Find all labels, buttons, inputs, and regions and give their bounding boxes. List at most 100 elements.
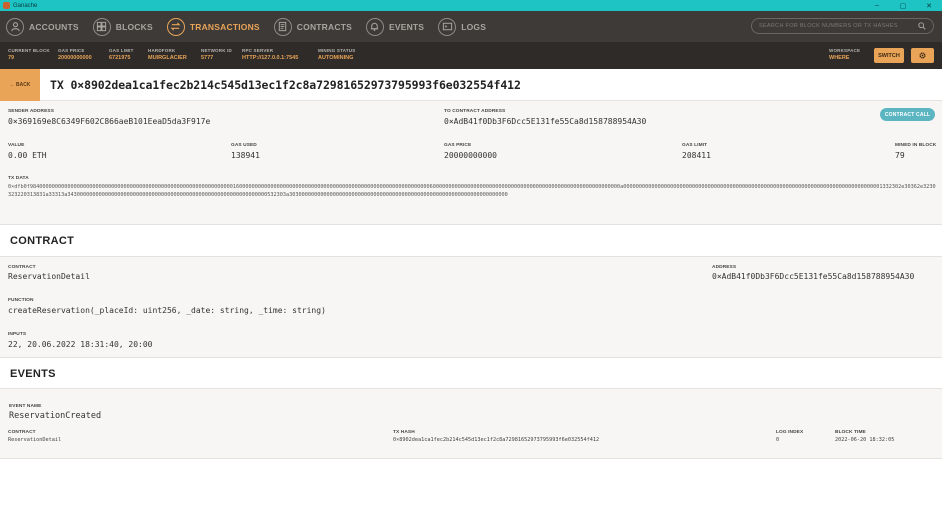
value-value: 0.00 ETH xyxy=(8,151,47,160)
window-controls: – ▢ ✕ xyxy=(864,0,942,11)
network-id-value: 5777 xyxy=(201,55,214,61)
to-contract-address-label: TO CONTRACT ADDRESS xyxy=(444,109,506,114)
mining-status-stat: MINING STATUS AUTOMINING xyxy=(318,48,355,61)
current-block-value: 79 xyxy=(8,55,15,61)
event-contract-label: CONTRACT xyxy=(8,430,36,435)
search-input[interactable]: SEARCH FOR BLOCK NUMBERS OR TX HASHES xyxy=(751,18,934,34)
window-titlebar: Ganache – ▢ ✕ xyxy=(0,0,942,11)
events-heading: EVENTS xyxy=(10,368,56,380)
contracts-icon xyxy=(273,17,292,36)
nav-blocks-label: BLOCKS xyxy=(115,21,153,32)
rpc-server-value: HTTP://127.0.0.1:7545 xyxy=(242,55,299,61)
nav-accounts-label: ACCOUNTS xyxy=(29,21,79,32)
back-button[interactable]: ← BACK xyxy=(0,69,40,101)
mining-status-value: AUTOMINING xyxy=(318,55,354,61)
gas-price-stat: GAS PRICE 20000000000 xyxy=(58,48,92,61)
gas-price-value: 20000000000 xyxy=(58,55,92,61)
nav-logs-label: LOGS xyxy=(461,21,487,32)
events-section-header: EVENTS xyxy=(0,357,942,389)
page-title: TX 0×8902dea1ca1fec2b214c545d13ec1f2c8a7… xyxy=(50,78,521,92)
nav-logs[interactable]: LOGS xyxy=(432,11,494,42)
gas-used-label: GAS USED xyxy=(231,143,257,148)
tx-data-label: TX DATA xyxy=(8,176,29,181)
bell-icon xyxy=(365,17,384,36)
gas-used-value: 138941 xyxy=(231,151,260,160)
inputs-value: 22, 20.06.2022 18:31:40, 20:00 xyxy=(8,340,153,349)
rpc-server-label: RPC SERVER xyxy=(242,48,274,53)
hardfork-value: MUIRGLACIER xyxy=(148,55,187,61)
nav-blocks[interactable]: BLOCKS xyxy=(87,11,161,42)
main-nav: ACCOUNTS BLOCKS TRANSACTIONS CONTRACTS E… xyxy=(0,11,942,42)
nav-events-label: EVENTS xyxy=(388,21,425,32)
mined-in-block-value[interactable]: 79 xyxy=(895,151,905,160)
gas-limit-value: 6721975 xyxy=(109,55,131,61)
tx-gas-price-value: 20000000000 xyxy=(444,151,497,160)
nav-accounts[interactable]: ACCOUNTS xyxy=(0,11,87,42)
transaction-header: ← BACK TX 0×8902dea1ca1fec2b214c545d13ec… xyxy=(0,69,942,101)
log-index-value: 0 xyxy=(776,437,780,443)
contract-section-header: CONTRACT xyxy=(0,224,942,257)
mining-status-label: MINING STATUS xyxy=(318,48,356,53)
event-tx-hash-label: TX HASH xyxy=(393,430,415,435)
transactions-icon xyxy=(166,17,185,36)
tx-gas-limit-label: GAS LIMIT xyxy=(682,143,708,148)
value-label: VALUE xyxy=(8,143,25,148)
hardfork-stat: HARDFORK MUIRGLACIER xyxy=(148,48,187,61)
event-contract-value: ReservationDetail xyxy=(8,437,62,443)
nav-events[interactable]: EVENTS xyxy=(360,11,432,42)
block-time-label: BLOCK TIME xyxy=(835,430,866,435)
mined-in-block-label: MINED IN BLOCK xyxy=(895,143,937,148)
nav-contracts-label: CONTRACTS xyxy=(296,21,352,32)
contract-name-value: ReservationDetail xyxy=(8,272,90,281)
search-icon xyxy=(918,22,926,30)
nav-transactions-label: TRANSACTIONS xyxy=(189,21,260,32)
inputs-label: INPUTS xyxy=(8,332,27,337)
gas-price-label: GAS PRICE xyxy=(58,48,85,53)
tx-gas-limit-value: 208411 xyxy=(682,151,711,160)
workspace-label: WORKSPACE xyxy=(829,48,861,53)
ganache-logo-icon xyxy=(3,2,10,9)
contract-address-value[interactable]: 0×AdB41f0Db3F6Dcc5E131fe55Ca8d158788954A… xyxy=(712,272,914,281)
workspace-stat: WORKSPACE WHERE xyxy=(829,48,860,61)
tx-gas-price-label: GAS PRICE xyxy=(444,143,472,148)
gas-limit-stat: GAS LIMIT 6721975 xyxy=(109,48,134,61)
current-block-stat: CURRENT BLOCK 79 xyxy=(8,48,50,61)
gas-limit-label: GAS LIMIT xyxy=(109,48,134,53)
rpc-server-stat: RPC SERVER HTTP://127.0.0.1:7545 xyxy=(242,48,298,61)
event-name-value: ReservationCreated xyxy=(9,411,102,421)
accounts-icon xyxy=(6,17,24,36)
tx-data-value: 0×dfb0f984000000000000000000000000000000… xyxy=(8,184,936,198)
network-id-label: NETWORK ID xyxy=(201,48,232,53)
chain-status-bar: CURRENT BLOCK 79 GAS PRICE 20000000000 G… xyxy=(0,42,942,69)
blocks-icon xyxy=(92,17,111,36)
function-value: createReservation(_placeId: uint256, _da… xyxy=(8,306,326,315)
current-block-label: CURRENT BLOCK xyxy=(8,48,50,53)
contract-heading: CONTRACT xyxy=(10,235,75,247)
sender-address-label: SENDER ADDRESS xyxy=(8,109,55,114)
to-contract-address-value[interactable]: 0×AdB41f0Db3F6Dcc5E131fe55Ca8d158788954A… xyxy=(444,117,646,126)
logs-icon xyxy=(438,17,457,36)
event-tx-hash-value: 0×8902dea1ca1fec2b214c545d13ec1f2c8a7298… xyxy=(393,437,600,443)
network-id-stat: NETWORK ID 5777 xyxy=(201,48,232,61)
close-button[interactable]: ✕ xyxy=(916,0,942,11)
block-time-value: 2022-06-20 18:32:05 xyxy=(835,437,895,443)
event-name-label: EVENT NAME xyxy=(9,404,42,409)
window-title: Ganache xyxy=(13,2,38,9)
hardfork-label: HARDFORK xyxy=(148,48,176,53)
nav-transactions[interactable]: TRANSACTIONS xyxy=(161,11,268,42)
contract-call-badge: CONTRACT CALL xyxy=(880,108,935,121)
search-placeholder: SEARCH FOR BLOCK NUMBERS OR TX HASHES xyxy=(759,23,898,29)
nav-contracts[interactable]: CONTRACTS xyxy=(268,11,360,42)
maximize-button[interactable]: ▢ xyxy=(890,0,916,11)
minimize-button[interactable]: – xyxy=(864,0,890,11)
workspace-value: WHERE xyxy=(829,55,850,61)
switch-workspace-button[interactable]: SWITCH xyxy=(874,48,904,63)
log-index-label: LOG INDEX xyxy=(776,430,804,435)
contract-address-label: ADDRESS xyxy=(712,265,737,270)
event-item[interactable] xyxy=(0,389,942,459)
contract-name-label: CONTRACT xyxy=(8,265,36,270)
gear-icon xyxy=(919,52,926,59)
sender-address-value[interactable]: 0×369169e8C6349F602C866aeB101EeaD5da3F91… xyxy=(8,117,210,126)
settings-button[interactable] xyxy=(911,48,934,63)
function-label: FUNCTION xyxy=(8,298,34,303)
